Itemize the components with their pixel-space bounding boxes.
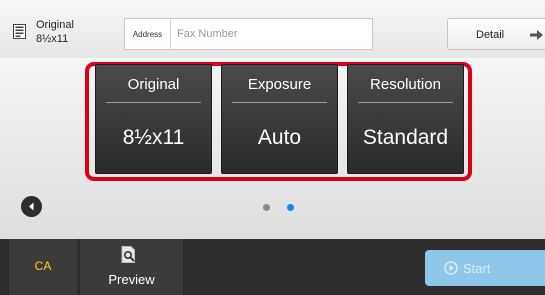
exposure-tile-title: Exposure [247, 76, 312, 93]
resolution-tile-title: Resolution [370, 76, 441, 93]
document-magnifier-icon [121, 246, 135, 263]
start-label: Start [463, 261, 491, 276]
address-field[interactable]: Address [124, 18, 373, 50]
resolution-setting-tile[interactable]: Resolution Standard [347, 64, 464, 174]
previous-page-button[interactable] [21, 196, 42, 217]
original-tile-value: 8½x11 [122, 126, 185, 149]
chevron-left-icon [29, 202, 34, 211]
arrow-right-icon [530, 30, 543, 40]
start-button[interactable]: Start [425, 250, 545, 286]
original-setting-tile[interactable]: Original 8½x11 [95, 64, 212, 174]
document-icon[interactable] [13, 24, 26, 39]
preview-button[interactable]: Preview [80, 239, 183, 295]
resolution-tile-value: Standard [362, 126, 449, 149]
address-label-button[interactable]: Address [125, 19, 171, 49]
settings-panel: Original 8½x11 Exposure Auto Resolution … [0, 58, 545, 239]
ca-button[interactable]: CA [9, 239, 77, 295]
exposure-tile-value: Auto [257, 126, 302, 149]
start-icon [444, 261, 458, 275]
page-indicator-dot-1[interactable] [263, 204, 270, 211]
tile-divider [358, 102, 453, 103]
bottom-bar: CA Preview Start [0, 239, 545, 295]
original-size-line1: Original [36, 19, 74, 31]
preview-label: Preview [108, 272, 155, 287]
top-bar: Original 8½x11 Address Detail [0, 0, 545, 59]
detail-label: Detail [476, 29, 505, 41]
tile-divider [232, 102, 327, 103]
original-size-line2: 8½x11 [36, 33, 69, 45]
tile-divider [106, 102, 201, 103]
detail-button[interactable]: Detail [447, 18, 545, 50]
page-indicator-dot-2-active[interactable] [287, 204, 294, 211]
ca-label: CA [34, 259, 52, 273]
original-size-summary[interactable]: Original 8½x11 [36, 18, 74, 46]
original-tile-title: Original [127, 76, 180, 93]
fax-number-input[interactable] [171, 19, 371, 49]
exposure-setting-tile[interactable]: Exposure Auto [221, 64, 338, 174]
